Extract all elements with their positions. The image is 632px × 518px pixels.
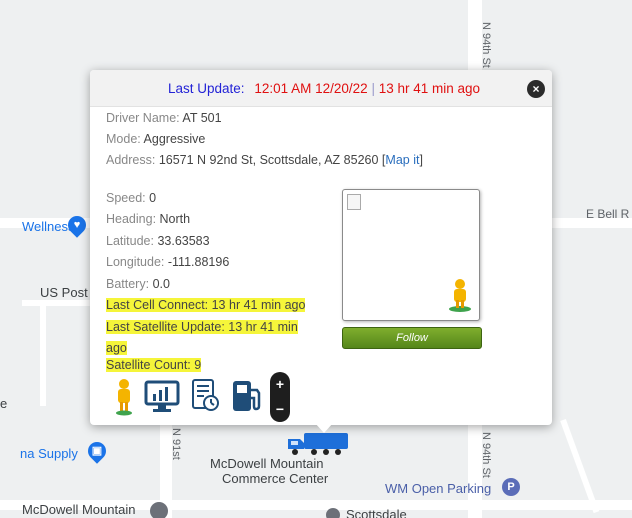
close-button[interactable]: × <box>527 80 545 98</box>
parking-icon[interactable]: P <box>502 478 520 496</box>
latitude-value: 33.63583 <box>157 234 210 248</box>
place-label-mcdowell-center: McDowell Mountain <box>210 456 324 471</box>
zoom-out-button[interactable]: − <box>270 397 290 422</box>
fuel-pump-icon[interactable] <box>230 378 264 414</box>
satellite-count-text: Satellite Count: 9 <box>106 358 202 372</box>
popup-header: Last Update: 12:01 AM 12/20/22 | 13 hr 4… <box>90 70 552 107</box>
bag-icon: ▣ <box>91 445 103 457</box>
pegman-icon[interactable] <box>447 278 473 312</box>
pegman-streetview-icon[interactable] <box>114 378 134 416</box>
truck-marker-icon[interactable] <box>286 431 350 457</box>
address-row: Address: 16571 N 92nd St, Scottsdale, AZ… <box>106 152 423 168</box>
longitude-value: -111.88196 <box>167 255 230 269</box>
battery-row: Battery: 0.0 <box>106 276 170 292</box>
place-label-wellness[interactable]: Wellness <box>22 219 75 234</box>
place-pin-wellness[interactable]: ♥ <box>64 212 90 238</box>
last-satellite-update-row: Last Satellite Update: 13 hr 41 min <box>106 319 298 335</box>
road-local-1 <box>22 300 92 306</box>
follow-button[interactable]: Follow <box>342 327 482 349</box>
place-pin-scottsdale[interactable] <box>326 508 340 518</box>
street-label-e-bell: E Bell R <box>586 207 630 221</box>
zoom-in-button[interactable]: + <box>270 372 290 397</box>
report-chart-icon[interactable] <box>144 378 180 414</box>
address-value: 16571 N 92nd St, Scottsdale, AZ 85260 <box>158 153 379 167</box>
last-cell-connect-row: Last Cell Connect: 13 hr 41 min ago <box>106 297 306 313</box>
close-icon: × <box>532 82 540 96</box>
parking-glyph: P <box>507 481 515 493</box>
longitude-row: Longitude: -111.88196 <box>106 254 229 270</box>
longitude-key: Longitude: <box>106 255 165 269</box>
driver-name-value: AT 501 <box>182 111 222 125</box>
place-pin-mcdowell[interactable] <box>150 502 168 518</box>
driver-name-row: Driver Name: AT 501 <box>106 110 222 126</box>
speed-row: Speed: 0 <box>106 190 156 206</box>
last-update-separator: | <box>371 81 375 96</box>
battery-key: Battery: <box>106 277 150 291</box>
vehicle-info-popup: Last Update: 12:01 AM 12/20/22 | 13 hr 4… <box>90 70 552 433</box>
place-label-supply[interactable]: na Supply <box>20 446 78 461</box>
place-label-scottsdale: Scottsdale <box>346 507 407 518</box>
heart-icon: ♥ <box>73 219 81 231</box>
latitude-key: Latitude: <box>106 234 154 248</box>
last-update-datetime: 12:01 AM 12/20/22 <box>254 81 368 96</box>
road-local-2 <box>40 306 46 406</box>
place-label-wm-parking[interactable]: WM Open Parking <box>385 481 491 496</box>
street-label-n94th-bottom: N 94th St <box>480 432 492 478</box>
last-satellite-update-text-2: ago <box>106 341 127 355</box>
mode-row: Mode: Aggressive <box>106 131 205 147</box>
last-cell-connect-text: Last Cell Connect: 13 hr 41 min ago <box>106 298 306 312</box>
mode-value: Aggressive <box>143 132 206 146</box>
mode-key: Mode: <box>106 132 141 146</box>
last-satellite-update-row-2: ago <box>106 340 127 356</box>
map-it-link[interactable]: Map it <box>385 153 419 167</box>
battery-value: 0.0 <box>152 277 170 291</box>
place-label-us-post: US Post <box>40 285 88 300</box>
place-label-commerce-center: Commerce Center <box>222 471 329 486</box>
heading-key: Heading: <box>106 212 157 226</box>
place-label-edge-e: e <box>0 396 8 411</box>
road-local-3 <box>560 418 600 514</box>
heading-value: North <box>159 212 191 226</box>
map-it-close-bracket: ] <box>419 153 423 167</box>
address-key: Address: <box>106 153 156 167</box>
speed-key: Speed: <box>106 191 146 205</box>
place-pin-supply[interactable]: ▣ <box>84 438 110 464</box>
last-satellite-update-text: Last Satellite Update: 13 hr 41 min <box>106 320 298 334</box>
popup-pointer <box>315 423 333 433</box>
zoom-control: + − <box>270 372 290 422</box>
broken-image-icon <box>347 194 361 210</box>
last-update-line: Last Update: 12:01 AM 12/20/22 | 13 hr 4… <box>168 81 480 96</box>
driver-name-key: Driver Name: <box>106 111 180 125</box>
heading-row: Heading: North <box>106 211 190 227</box>
speed-value: 0 <box>149 191 157 205</box>
street-label-n94th-top: N 94th St <box>480 22 492 68</box>
history-report-icon[interactable] <box>190 378 222 414</box>
satellite-count-row: Satellite Count: 9 <box>106 357 202 373</box>
latitude-row: Latitude: 33.63583 <box>106 233 210 249</box>
street-view-photo[interactable] <box>342 189 480 321</box>
street-label-n91st: N 91st <box>170 428 182 460</box>
last-update-label: Last Update: <box>168 81 245 96</box>
last-update-ago: 13 hr 41 min ago <box>378 81 481 96</box>
place-label-mcdowell-bottom: McDowell Mountain <box>22 502 136 517</box>
